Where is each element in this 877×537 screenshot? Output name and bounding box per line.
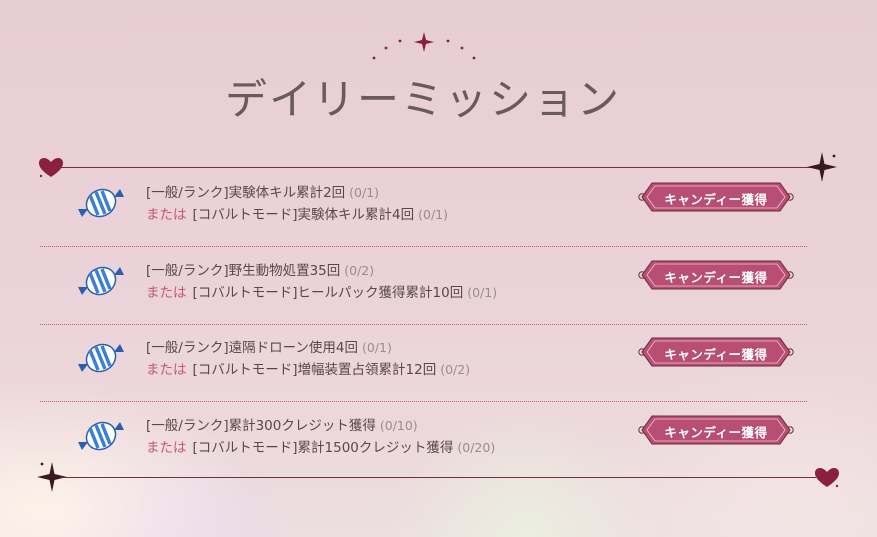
get-candy-label: キャンディー獲得 [664, 347, 768, 362]
mission-progress-2: (0/1) [418, 207, 448, 222]
mission-text: [一般/ランク]実験体キル累計2回 (0/1) または [コバルトモード]実験体キル… [146, 182, 448, 226]
candy-icon [78, 343, 124, 373]
get-candy-button[interactable]: キャンディー獲得 [638, 182, 794, 212]
mission-row-3: [一般/ランク]遠隔ドローン使用4回 (0/1) または [コバルトモード]増幅装置… [40, 323, 807, 402]
mission-task-1: [一般/ランク]累計300クレジット獲得 [146, 418, 376, 434]
mission-task-1: [一般/ランク]実験体キル累計2回 [146, 185, 346, 201]
get-candy-button[interactable]: キャンディー獲得 [638, 415, 794, 445]
mission-progress-1: (0/1) [362, 340, 392, 355]
sparkle-icon [807, 152, 837, 182]
or-label: または [146, 285, 187, 301]
get-candy-label: キャンディー獲得 [664, 425, 768, 440]
candy-icon [78, 188, 124, 218]
mission-progress-2: (0/2) [440, 362, 471, 377]
mission-row-1: [一般/ランク]実験体キル累計2回 (0/1) または [コバルトモード]実験体キル… [40, 168, 807, 247]
mission-text: [一般/ランク]野生動物処置35回 (0/2) または [コバルトモード]ヒールパッ… [146, 260, 497, 304]
mission-task-1: [一般/ランク]野生動物処置35回 [146, 263, 341, 279]
or-label: または [146, 362, 187, 378]
mission-progress-1: (0/10) [379, 418, 418, 433]
heart-icon [815, 468, 839, 488]
sparkle-decoration [372, 32, 476, 60]
candy-icon [78, 421, 124, 451]
mission-task-2: [コバルトモード]実験体キル累計4回 [192, 207, 415, 223]
get-candy-button[interactable]: キャンディー獲得 [638, 337, 794, 367]
mission-task-2: [コバルトモード]累計1500クレジット獲得 [192, 440, 454, 456]
candy-icon [78, 266, 124, 296]
get-candy-label: キャンディー獲得 [664, 192, 768, 207]
bottom-frame-line [60, 477, 816, 478]
or-label: または [146, 440, 187, 456]
mission-task-2: [コバルトモード]増幅装置占領累計12回 [192, 362, 437, 378]
get-candy-label: キャンディー獲得 [664, 270, 768, 285]
mission-progress-1: (0/2) [344, 263, 375, 278]
or-label: または [146, 207, 187, 223]
mission-row-2: [一般/ランク]野生動物処置35回 (0/2) または [コバルトモード]ヒールパッ… [40, 246, 807, 325]
get-candy-button[interactable]: キャンディー獲得 [638, 260, 794, 290]
mission-task-2: [コバルトモード]ヒールパック獲得累計10回 [192, 285, 464, 301]
mission-row-4: [一般/ランク]累計300クレジット獲得 (0/10) または [コバルトモード]累… [40, 401, 807, 479]
mission-progress-2: (0/1) [467, 285, 498, 300]
mission-task-1: [一般/ランク]遠隔ドローン使用4回 [146, 340, 358, 356]
page-title: デイリーミッション [224, 75, 621, 124]
mission-text: [一般/ランク]累計300クレジット獲得 (0/10) または [コバルトモード]累… [146, 415, 495, 459]
mission-text: [一般/ランク]遠隔ドローン使用4回 (0/1) または [コバルトモード]増幅装置… [146, 337, 470, 381]
mission-progress-2: (0/20) [457, 440, 496, 455]
mission-progress-1: (0/1) [349, 185, 380, 200]
